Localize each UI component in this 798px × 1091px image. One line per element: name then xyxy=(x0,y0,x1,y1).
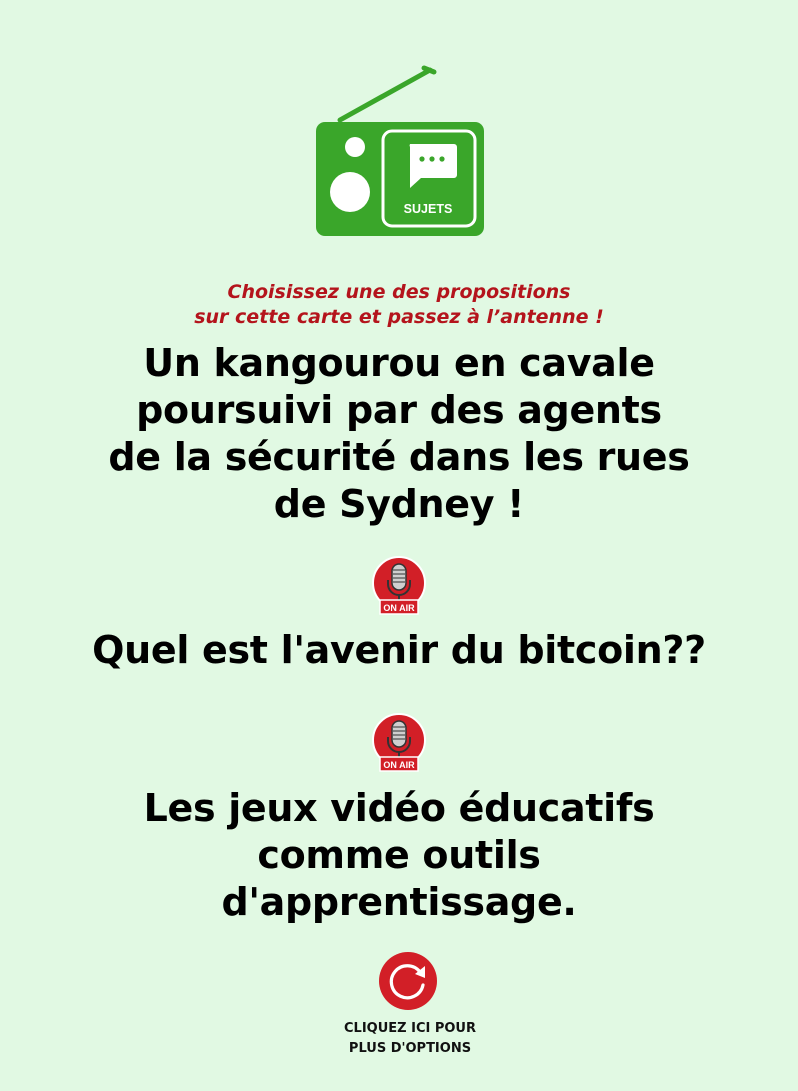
topic-1-line-4: de Sydney ! xyxy=(273,482,525,526)
microphone-icon: ON AIR xyxy=(372,556,426,615)
instruction-text: Choisissez une des propositions sur cett… xyxy=(0,280,798,330)
radio-icon: SUJETS xyxy=(316,65,484,236)
on-air-label: ON AIR xyxy=(383,760,415,770)
topic-3-line-2: comme outils xyxy=(257,833,541,877)
topic-1-line-2: poursuivi par des agents xyxy=(136,388,662,432)
more-options-line-1: CLIQUEZ ICI POUR xyxy=(344,1021,476,1036)
more-options-link[interactable]: CLIQUEZ ICI POUR PLUS D'OPTIONS xyxy=(0,1019,798,1059)
logo-label: SUJETS xyxy=(404,202,453,216)
topic-1-line-1: Un kangourou en cavale xyxy=(143,341,655,385)
more-options-line-2: PLUS D'OPTIONS xyxy=(348,1041,472,1056)
radio-logo: SUJETS xyxy=(300,62,500,242)
on-air-label: ON AIR xyxy=(383,603,415,613)
topic-2-line-1: Quel est l'avenir du bitcoin?? xyxy=(92,628,706,672)
topic-1-line-3: de la sécurité dans les rues xyxy=(108,435,690,479)
refresh-icon xyxy=(379,952,437,1010)
topic-1[interactable]: Un kangourou en cavale poursuivi par des… xyxy=(0,340,798,528)
instruction-line-2: sur cette carte et passez à l’antenne ! xyxy=(194,306,604,328)
topic-3-line-1: Les jeux vidéo éducatifs xyxy=(143,786,655,830)
on-air-badge: ON AIR xyxy=(368,556,430,620)
more-options-button[interactable] xyxy=(377,950,439,1012)
on-air-badge: ON AIR xyxy=(368,713,430,777)
topic-3-line-3: d'apprentissage. xyxy=(221,880,577,924)
topic-2[interactable]: Quel est l'avenir du bitcoin?? xyxy=(0,627,798,674)
instruction-line-1: Choisissez une des propositions xyxy=(227,281,571,303)
topic-3[interactable]: Les jeux vidéo éducatifs comme outils d'… xyxy=(0,785,798,926)
microphone-icon: ON AIR xyxy=(372,713,426,772)
